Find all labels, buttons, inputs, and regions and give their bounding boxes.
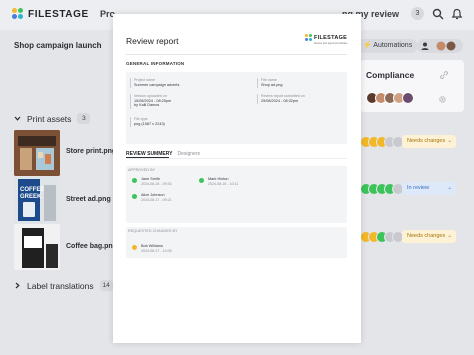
section-title: Label translations [27,280,94,291]
section-label-translations[interactable]: Label translations 14 [14,280,113,291]
review-report-document: Review report FILESTAGE Review and appro… [113,14,361,343]
status-dropdown[interactable]: In review ⌄ [402,182,456,195]
field-value: by Kalli Damos [134,103,160,108]
approver-name: Mark Hinton [208,177,229,181]
automations-button[interactable]: ⚡ Automations [357,39,419,53]
chevron-down-icon: ⌄ [447,138,452,144]
svg-text:GREEK: GREEK [20,194,42,200]
filestage-logo-icon [12,8,24,20]
approver-name: Jane Smith [141,177,160,181]
file-name[interactable]: Store print.png [66,148,116,155]
chevron-right-icon [15,282,20,289]
field-value: Summer campaign adverts [134,82,180,87]
status-dropdown[interactable]: Needs changes ⌄ [402,135,456,148]
tab-designers[interactable]: Designers [177,151,200,157]
coffee-bag-image [14,224,60,270]
review-progress-dots [360,136,404,148]
review-progress-dots [360,183,404,195]
chevron-down-icon: ⌄ [447,185,452,191]
general-info-heading: GENERAL INFORMATION [126,61,185,66]
compliance-column [360,60,464,112]
approval-date: 2024-08-16 - 09:30 [141,182,172,186]
filestage-logo-icon [305,34,312,41]
lightning-icon: ⚡ [363,42,372,49]
approved-status-dot [132,178,137,183]
status-label: In review [407,185,430,191]
file-name[interactable]: Coffee bag.png [66,243,117,250]
add-user-icon [421,41,456,51]
version-uploaded-field: Version uploaded on 15/08/2024 - 08:25pm… [130,94,230,109]
section-print-assets[interactable]: Print assets 3 [14,113,91,124]
reviewer-avatar[interactable] [402,92,414,104]
report-submitted-field: Review report submitted on 29/08/2024 - … [257,94,342,104]
status-label: Needs changes [407,138,446,144]
changes-status-dot [132,245,137,250]
svg-text:COFFEE: COFFEE [20,187,44,193]
request-date: 2024-08-17 - 10:05 [141,249,172,253]
add-people-button[interactable] [417,39,463,53]
approval-date: 2024-08-16 - 10:11 [208,182,239,186]
file-thumbnail [14,224,60,270]
automations-label: Automations [373,42,413,49]
report-logo-subtext: Review and approval software [314,42,348,45]
bell-icon[interactable] [451,8,463,20]
field-value: png (1587 x 2243) [134,121,165,126]
section-count-badge: 3 [77,113,91,124]
gear-icon[interactable] [438,95,447,104]
chevron-down-icon: ⌄ [447,233,452,239]
approved-by-panel: APPROVED BY Jane Smith 2024-08-16 - 09:3… [126,166,347,223]
divider [126,54,347,55]
field-value: Shop ad.png [261,82,283,87]
app-logo[interactable]: FILESTAGE [12,8,89,20]
section-count-badge: 14 [99,280,113,291]
approved-by-heading: APPROVED BY [128,168,156,172]
review-count-badge: 3 [411,7,424,20]
field-value: 29/08/2024 - 08:32pm [261,98,299,103]
link-icon[interactable] [440,71,448,79]
file-name-field: File name Shop ad.png [257,78,342,88]
review-progress-dots [360,231,404,243]
report-logo-text: FILESTAGE [314,34,348,41]
status-dropdown[interactable]: Needs changes ⌄ [402,230,456,243]
approved-status-dot [132,194,137,199]
search-icon[interactable] [432,8,444,20]
compliance-title: Compliance [366,70,415,80]
street-ad-image: COFFEE GREEK [14,177,60,223]
approval-date: 2024-08-17 - 09:21 [141,198,172,202]
requester-name: Bob Williams [141,244,163,248]
status-label: Needs changes [407,233,446,239]
file-type-field: File type png (1587 x 2243) [130,117,230,127]
requested-changes-heading: REQUESTED CHANGES BY [128,229,178,233]
file-name[interactable]: Street ad.png [66,196,111,203]
store-print-image [14,130,60,176]
general-info-panel: Project name Summer campaign adverts Fil… [126,72,347,144]
approver-name: Alice Johnson [141,193,165,197]
project-name-field: Project name Summer campaign adverts [130,78,230,88]
section-title: Print assets [27,113,72,124]
approved-status-dot [199,178,204,183]
divider [126,158,347,159]
chevron-down-icon [14,116,21,121]
report-title: Review report [126,36,179,46]
file-thumbnail: COFFEE GREEK [14,177,60,223]
report-logo: FILESTAGE Review and approval software [305,34,349,45]
requested-changes-panel: REQUESTED CHANGES BY Bob Williams 2024-0… [126,227,347,258]
project-title: Shop campaign launch [14,41,102,50]
file-thumbnail [14,130,60,176]
app-logo-text: FILESTAGE [28,8,89,20]
